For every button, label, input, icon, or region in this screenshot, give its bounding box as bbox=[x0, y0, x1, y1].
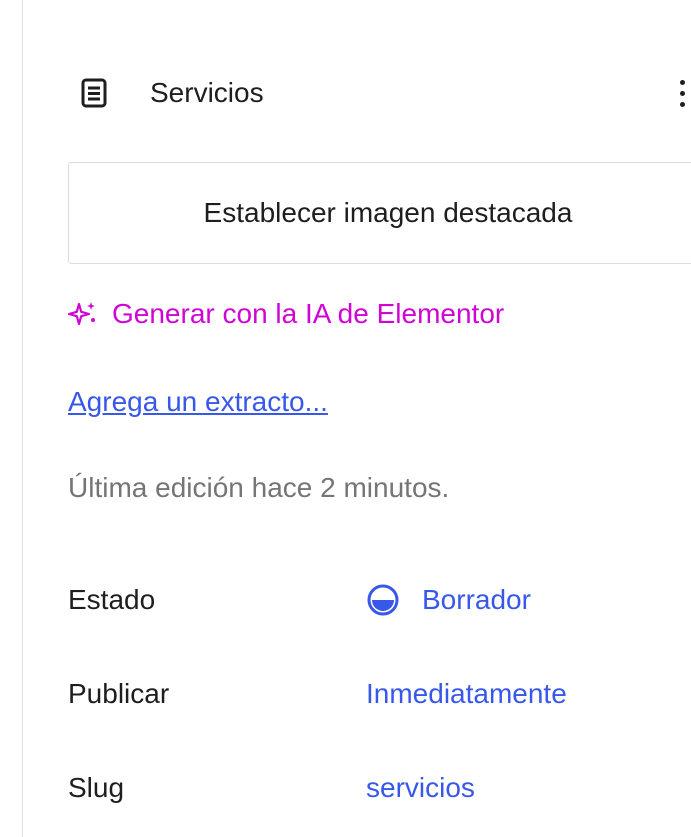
last-edited-text: Última edición hace 2 minutos. bbox=[68, 472, 450, 503]
slug-label: Slug bbox=[68, 772, 125, 803]
document-header: Servicios bbox=[80, 70, 691, 116]
sidebar-left-border bbox=[22, 0, 23, 837]
more-vertical-icon-dot bbox=[679, 90, 685, 96]
add-excerpt-link[interactable]: Agrega un extracto... bbox=[68, 386, 328, 418]
slug-row: Slug servicios bbox=[68, 768, 691, 808]
draft-status-icon bbox=[366, 583, 400, 617]
document-icon bbox=[80, 77, 108, 109]
sparkle-icon bbox=[68, 302, 95, 326]
status-toggle[interactable]: Borrador bbox=[366, 583, 531, 617]
more-vertical-icon-dot bbox=[679, 79, 685, 85]
document-settings-panel: Servicios Establecer imagen destacada Ge… bbox=[68, 0, 691, 837]
more-options-button[interactable] bbox=[673, 70, 691, 116]
page-title: Servicios bbox=[150, 77, 264, 108]
status-label: Estado bbox=[68, 584, 156, 615]
generate-with-ai-button[interactable]: Generar con la IA de Elementor bbox=[68, 294, 504, 334]
publish-date-toggle[interactable]: Inmediatamente bbox=[366, 678, 567, 710]
more-vertical-icon-dot bbox=[679, 101, 685, 107]
set-featured-image-button[interactable]: Establecer imagen destacada bbox=[68, 162, 691, 264]
status-value: Borrador bbox=[422, 584, 531, 615]
status-row: Estado Borrador bbox=[68, 580, 691, 620]
generate-with-ai-label: Generar con la IA de Elementor bbox=[112, 298, 505, 329]
slug-toggle[interactable]: servicios bbox=[366, 772, 475, 804]
publish-label: Publicar bbox=[68, 678, 170, 709]
publish-row: Publicar Inmediatamente bbox=[68, 674, 691, 714]
